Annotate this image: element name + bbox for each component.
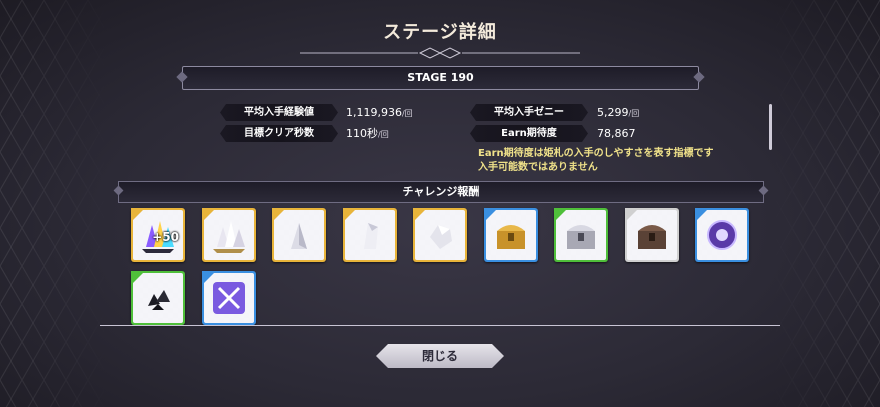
earn-note-line2: 入手可能数ではありません <box>478 162 598 173</box>
avg-exp-value: 1,119,936/回 <box>346 106 413 119</box>
silver-treasure-chest-icon <box>567 225 595 249</box>
reward-item[interactable] <box>483 208 538 262</box>
reward-item[interactable] <box>413 208 467 262</box>
avg-zeny-label: 平均入手ゼニー <box>470 104 588 121</box>
triangle-pattern-right <box>770 0 880 407</box>
reward-item[interactable]: +50 <box>131 208 185 262</box>
bronze-treasure-chest-icon <box>637 225 666 249</box>
reward-item[interactable] <box>695 208 749 262</box>
reward-item[interactable] <box>201 271 256 325</box>
gold-treasure-chest-icon <box>496 225 525 249</box>
reward-item[interactable] <box>554 208 608 262</box>
earn-note: Earn期待度は姫札の入手のしやすさを表す指標です 入手可能数ではありません <box>478 147 714 175</box>
white-stone-icon <box>430 225 452 249</box>
white-crystal-shard-icon <box>363 223 378 249</box>
earn-expectation-label: Earn期待度 <box>470 125 588 142</box>
reward-item[interactable] <box>131 271 185 325</box>
close-button[interactable]: 閉じる <box>376 344 504 368</box>
item-count-badge: +50 <box>152 230 179 244</box>
stage-header: STAGE 190 <box>182 66 699 90</box>
challenge-reward-header: チャレンジ報酬 <box>118 181 764 203</box>
triangle-pattern-left <box>0 0 110 407</box>
crossed-swords-ticket-icon <box>212 282 245 314</box>
reward-item[interactable] <box>201 208 256 262</box>
avg-exp-label: 平均入手経験値 <box>220 104 338 121</box>
divider <box>100 325 780 326</box>
reward-item[interactable] <box>342 208 397 262</box>
silver-crystal-icon <box>291 223 307 249</box>
purple-emblem-icon <box>707 220 737 250</box>
reward-item[interactable] <box>272 208 326 262</box>
black-shards-icon <box>148 290 170 310</box>
clear-seconds-value: 110秒/回 <box>346 127 389 140</box>
earn-expectation-value: 78,867 <box>597 127 636 140</box>
clear-seconds-label: 目標クリア秒数 <box>220 125 338 142</box>
white-crystal-cluster-icon <box>212 221 245 253</box>
scrollbar[interactable] <box>769 104 772 150</box>
dialog-title: ステージ詳細 <box>383 22 497 43</box>
earn-note-line1: Earn期待度は姫札の入手のしやすさを表す指標です <box>478 148 714 159</box>
avg-zeny-value: 5,299/回 <box>597 106 640 119</box>
title-ornament-icon <box>300 47 580 59</box>
reward-item[interactable] <box>624 208 679 262</box>
